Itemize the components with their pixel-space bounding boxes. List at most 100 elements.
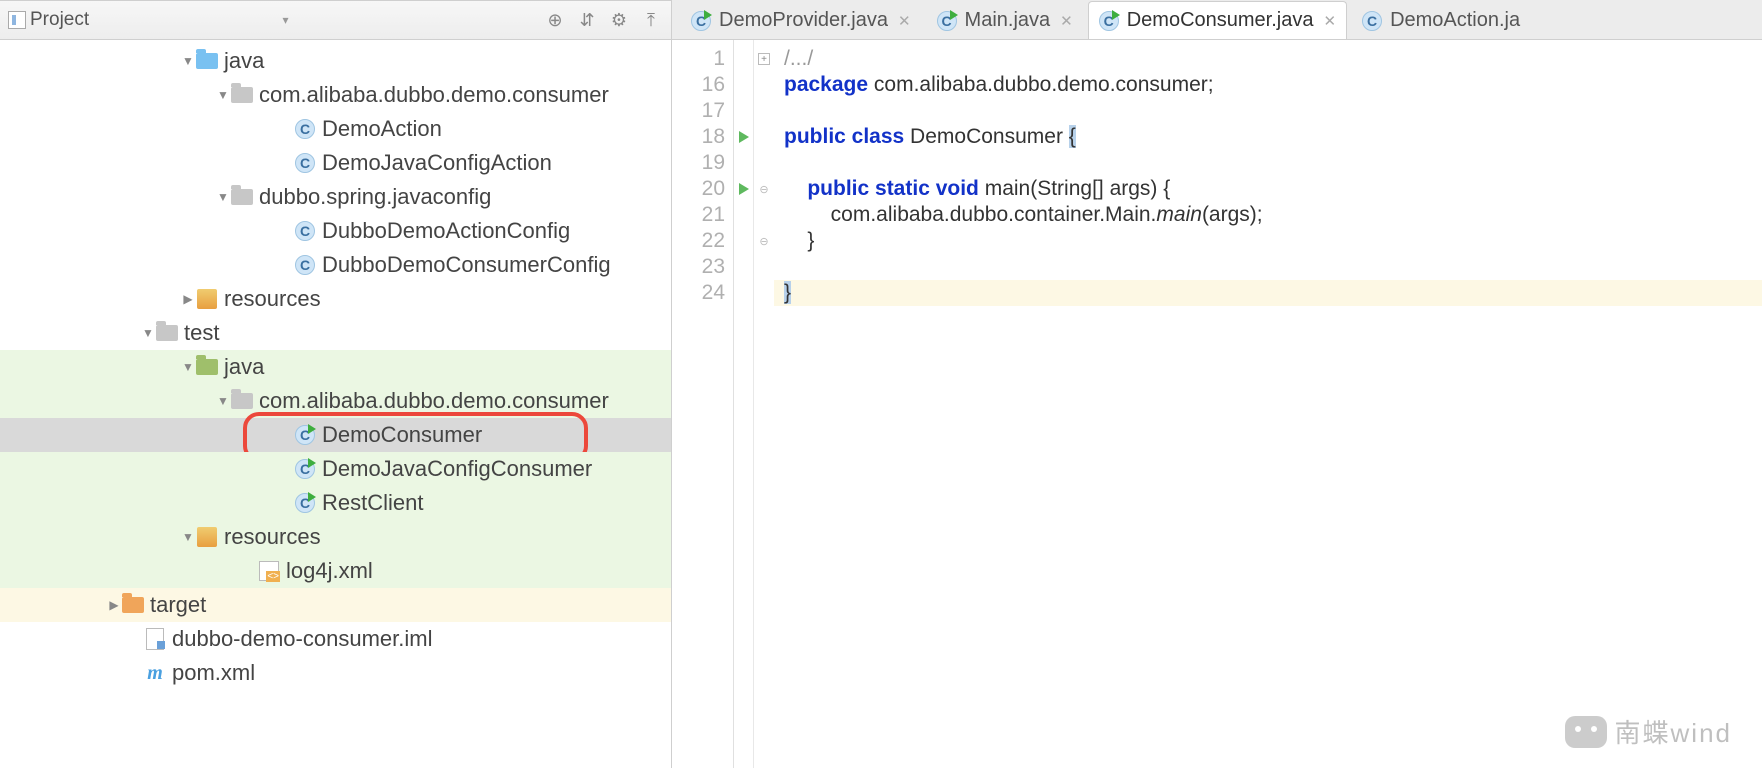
tree-label: com.alibaba.dubbo.demo.consumer <box>259 388 609 414</box>
run-method-icon[interactable] <box>739 183 749 195</box>
tree-row[interactable]: ▶ target <box>0 588 671 622</box>
tree-row[interactable]: ▶ resources <box>0 282 671 316</box>
tree-row[interactable]: C DemoConsumer <box>0 418 671 452</box>
close-icon[interactable]: ✕ <box>1060 12 1073 30</box>
java-class-icon: C <box>294 220 316 242</box>
folder-icon <box>156 322 178 344</box>
java-class-icon: C <box>294 254 316 276</box>
tree-row[interactable]: log4j.xml <box>0 554 671 588</box>
tree-label: RestClient <box>322 490 423 516</box>
watermark: 南蝶wind <box>1565 713 1732 750</box>
line-number: 21 <box>672 202 725 228</box>
project-tree[interactable]: ▼ java ▼ com.alibaba.dubbo.demo.consumer C De… <box>0 40 672 768</box>
resources-icon <box>196 288 218 310</box>
tab-label: DemoConsumer.java <box>1127 9 1314 32</box>
chevron-right-icon[interactable]: ▶ <box>180 292 196 306</box>
tree-label: DemoJavaConfigConsumer <box>322 456 592 482</box>
tree-label: com.alibaba.dubbo.demo.consumer <box>259 82 609 108</box>
tree-label: DubboDemoConsumerConfig <box>322 252 611 278</box>
locate-icon[interactable]: ⊕ <box>543 8 567 32</box>
tree-label: dubbo-demo-consumer.iml <box>172 626 432 652</box>
editor-tab[interactable]: C DemoAction.ja <box>1351 1 1531 39</box>
chevron-down-icon[interactable]: ▼ <box>215 190 231 204</box>
tree-label: DubboDemoActionConfig <box>322 218 570 244</box>
chevron-down-icon[interactable]: ▼ <box>140 326 156 340</box>
tab-label: Main.java <box>965 9 1051 32</box>
java-runnable-class-icon: C <box>937 11 957 31</box>
project-tool-header[interactable]: Project ▾ ⊕ ⇵ ⚙ ⤒ <box>0 0 672 40</box>
chevron-down-icon[interactable]: ▼ <box>215 88 231 102</box>
run-class-icon[interactable] <box>739 131 749 143</box>
folder-icon <box>231 390 253 412</box>
chevron-down-icon[interactable]: ▼ <box>180 360 196 374</box>
tab-label: DemoAction.ja <box>1390 9 1520 32</box>
tree-label: resources <box>224 524 321 550</box>
line-number: 16 <box>672 72 725 98</box>
tree-row[interactable]: ▼ resources <box>0 520 671 554</box>
tree-row[interactable]: C DemoJavaConfigConsumer <box>0 452 671 486</box>
tree-row[interactable]: C DubboDemoConsumerConfig <box>0 248 671 282</box>
line-number: 24 <box>672 280 725 306</box>
folder-icon <box>231 186 253 208</box>
resources-icon <box>196 526 218 548</box>
fold-expand-icon[interactable]: + <box>758 53 770 65</box>
folder-icon <box>196 356 218 378</box>
gear-icon[interactable]: ⚙ <box>607 8 631 32</box>
chevron-down-icon[interactable]: ▾ <box>282 13 288 27</box>
tree-label: java <box>224 354 264 380</box>
tree-row[interactable]: C DubboDemoActionConfig <box>0 214 671 248</box>
tree-label: resources <box>224 286 321 312</box>
tree-label: java <box>224 48 264 74</box>
tree-row[interactable]: mpom.xml <box>0 656 671 690</box>
collapse-icon[interactable]: ⇵ <box>575 8 599 32</box>
tree-label: test <box>184 320 219 346</box>
chevron-down-icon[interactable]: ▼ <box>180 530 196 544</box>
chevron-down-icon[interactable]: ▼ <box>180 54 196 68</box>
tree-row[interactable]: ▼ test <box>0 316 671 350</box>
java-class-icon: C <box>294 152 316 174</box>
tree-row[interactable]: ▼ com.alibaba.dubbo.demo.consumer <box>0 384 671 418</box>
tree-row[interactable]: C DemoAction <box>0 112 671 146</box>
tree-row[interactable]: C DemoJavaConfigAction <box>0 146 671 180</box>
tree-row[interactable]: C RestClient <box>0 486 671 520</box>
tree-row[interactable]: ▼ java <box>0 44 671 78</box>
chevron-right-icon[interactable]: ▶ <box>106 598 122 612</box>
line-number: 22 <box>672 228 725 254</box>
tree-label: DemoConsumer <box>322 422 482 448</box>
maven-icon: m <box>144 662 166 684</box>
code-area[interactable]: /.../ package com.alibaba.dubbo.demo.con… <box>774 40 1762 768</box>
tree-label: DemoAction <box>322 116 442 142</box>
java-class-icon: C <box>1362 11 1382 31</box>
java-class-icon: C <box>294 118 316 140</box>
tab-label: DemoProvider.java <box>719 9 888 32</box>
java-runnable-class-icon: C <box>691 11 711 31</box>
folder-icon <box>196 50 218 72</box>
line-number: 20 <box>672 176 725 202</box>
editor-tab[interactable]: CDemoConsumer.java✕ <box>1088 1 1347 39</box>
close-icon[interactable]: ✕ <box>1323 12 1336 30</box>
code-editor[interactable]: 1161718192021222324 + ⊖⊖ /.../ package c… <box>672 40 1762 768</box>
fold-gutter: + ⊖⊖ <box>754 40 774 768</box>
project-title: Project <box>30 9 276 31</box>
hide-icon[interactable]: ⤒ <box>639 8 663 32</box>
editor-tab[interactable]: C Main.java ✕ <box>926 1 1084 39</box>
chevron-down-icon[interactable]: ▼ <box>215 394 231 408</box>
wechat-icon <box>1565 716 1607 748</box>
tree-row[interactable]: dubbo-demo-consumer.iml <box>0 622 671 656</box>
tree-label: target <box>150 592 206 618</box>
line-gutter: 1161718192021222324 <box>672 40 734 768</box>
project-icon <box>8 11 26 29</box>
editor-tab[interactable]: C DemoProvider.java ✕ <box>680 1 922 39</box>
tree-label: log4j.xml <box>286 558 373 584</box>
tree-row[interactable]: ▼ com.alibaba.dubbo.demo.consumer <box>0 78 671 112</box>
tree-label: DemoJavaConfigAction <box>322 150 552 176</box>
line-number: 18 <box>672 124 725 150</box>
java-runnable-class-icon: C <box>294 492 316 514</box>
close-icon[interactable]: ✕ <box>898 12 911 30</box>
java-runnable-class-icon: C <box>294 424 316 446</box>
run-gutter <box>734 40 754 768</box>
line-number: 1 <box>672 46 725 72</box>
java-runnable-class-icon: C <box>294 458 316 480</box>
tree-row[interactable]: ▼ java <box>0 350 671 384</box>
tree-row[interactable]: ▼dubbo.spring.javaconfig <box>0 180 671 214</box>
